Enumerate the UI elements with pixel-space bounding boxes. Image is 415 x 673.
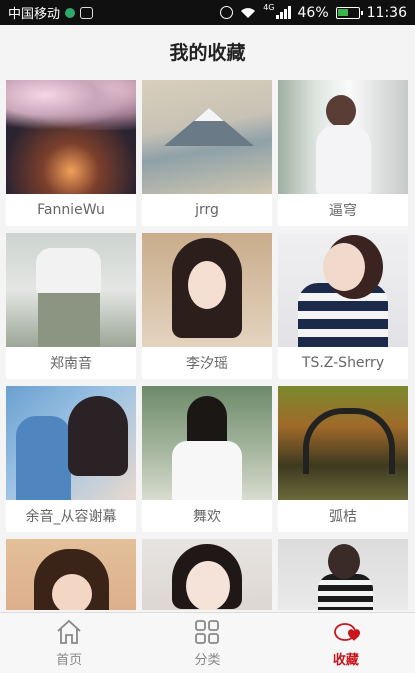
favorite-thumbnail <box>6 539 136 610</box>
favorite-card[interactable]: 李汐瑶 <box>142 233 272 379</box>
favorite-card[interactable]: jrrg <box>142 80 272 226</box>
home-icon <box>57 619 81 644</box>
battery-icon <box>335 6 363 19</box>
favorite-thumbnail <box>278 80 408 194</box>
favorite-name: 余音_从容谢幕 <box>25 509 117 525</box>
favorite-thumbnail <box>142 233 272 347</box>
tab-home-label: 首页 <box>56 653 83 668</box>
favorites-grid: FannieWu jrrg 逼穹 郑南音 李汐瑶 TS.Z-Sherry 余音_… <box>6 80 410 610</box>
wechat-notification-icon <box>80 6 94 19</box>
favorite-card[interactable] <box>278 539 408 610</box>
grid-icon <box>195 620 220 644</box>
tab-category[interactable]: 分类 <box>138 613 276 673</box>
clock: 11:36 <box>366 4 407 21</box>
favorite-name: 郑南音 <box>50 356 92 372</box>
app-notification-icon <box>65 7 76 18</box>
favorite-card[interactable]: TS.Z-Sherry <box>278 233 408 379</box>
status-bar: 中国移动 4G 46% 11:36 <box>0 0 415 25</box>
tab-favorites-label: 收藏 <box>332 653 359 668</box>
favorite-thumbnail <box>142 539 272 610</box>
battery-percent: 46% <box>297 4 329 21</box>
favorite-thumbnail <box>6 233 136 347</box>
alarm-icon <box>220 6 234 19</box>
favorite-name: TS.Z-Sherry <box>301 355 385 371</box>
favorite-card[interactable]: FannieWu <box>6 80 136 226</box>
tab-favorites[interactable]: 收藏 <box>277 613 415 673</box>
favorite-name: 逼穹 <box>329 203 357 219</box>
favorite-card[interactable]: 郑南音 <box>6 233 136 379</box>
favorite-card[interactable]: 舞欢 <box>142 386 272 532</box>
favorite-name: 舞欢 <box>193 509 221 525</box>
favorite-card[interactable]: 弧桔 <box>278 386 408 532</box>
favorite-thumbnail <box>6 386 136 500</box>
favorite-heart-icon <box>333 623 360 641</box>
favorite-thumbnail <box>278 539 408 610</box>
favorite-name: 弧桔 <box>329 509 357 525</box>
tab-home[interactable]: 首页 <box>0 613 138 673</box>
favorite-card[interactable] <box>6 539 136 610</box>
favorite-card[interactable] <box>142 539 272 610</box>
favorite-name: 李汐瑶 <box>186 356 228 372</box>
favorite-name: FannieWu <box>37 202 105 218</box>
bottom-tab-bar: 首页 分类 收藏 <box>0 612 415 673</box>
tab-category-label: 分类 <box>194 653 221 668</box>
favorite-thumbnail <box>278 233 408 347</box>
favorite-thumbnail <box>278 386 408 500</box>
signal-icon <box>275 6 291 19</box>
favorite-thumbnail <box>6 80 136 194</box>
favorite-card[interactable]: 余音_从容谢幕 <box>6 386 136 532</box>
favorite-thumbnail <box>142 386 272 500</box>
wifi-icon <box>241 7 256 18</box>
favorite-thumbnail <box>142 80 272 194</box>
page-title: 我的收藏 <box>0 25 415 77</box>
favorite-name: jrrg <box>195 202 219 218</box>
carrier-label: 中国移动 <box>8 7 61 22</box>
network-type-label: 4G <box>263 3 275 12</box>
favorite-card[interactable]: 逼穹 <box>278 80 408 226</box>
